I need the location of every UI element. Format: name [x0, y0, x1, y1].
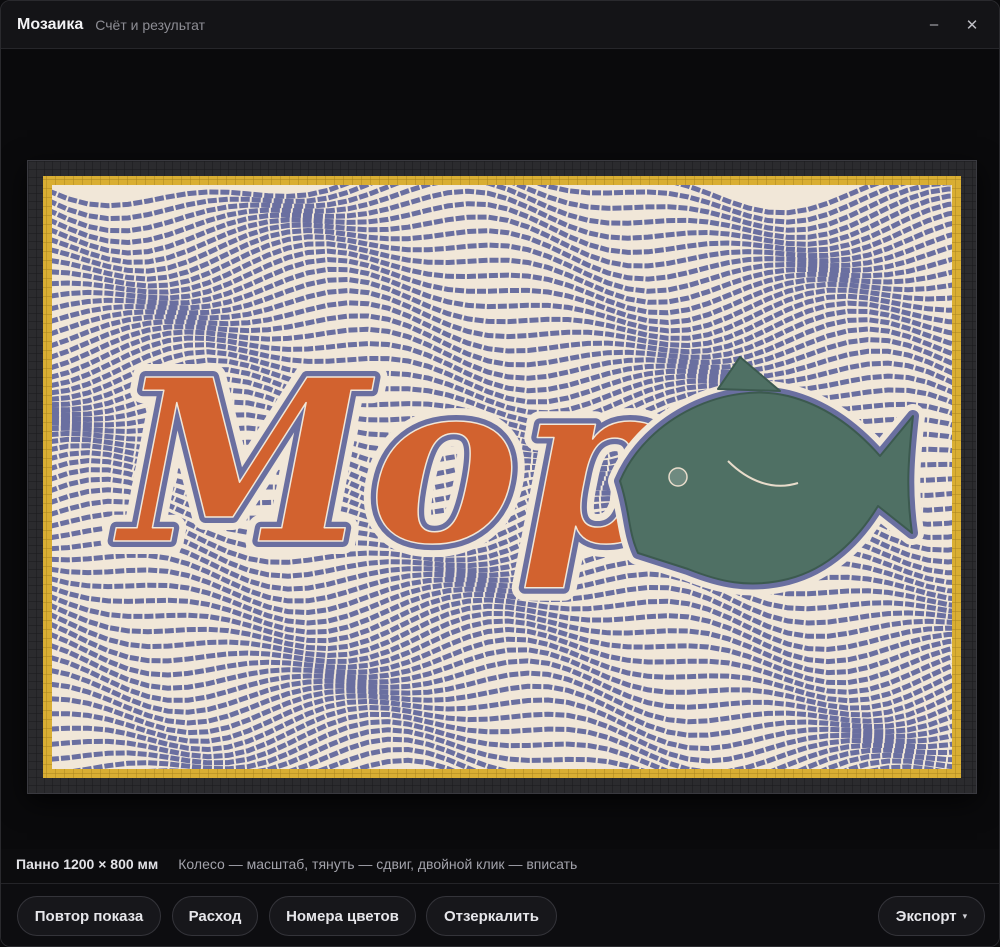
window-controls: – ✕: [921, 12, 985, 38]
close-icon: ✕: [965, 16, 979, 34]
replay-label: Повтор показа: [34, 907, 144, 925]
mirror-label: Отзеркалить: [444, 907, 539, 925]
replay-button[interactable]: Повтор показа: [17, 896, 161, 936]
app-window: Мозаика Счёт и результат – ✕ Море Море М…: [0, 0, 1000, 947]
minimize-icon: –: [929, 16, 939, 33]
export-label: Экспорт: [895, 907, 957, 925]
navigation-hint: Колесо — масштаб, тянуть — сдвиг, двойно…: [178, 856, 578, 872]
mirror-button[interactable]: Отзеркалить: [426, 896, 557, 936]
fish-eye: [668, 467, 688, 487]
usage-label: Расход: [188, 907, 242, 925]
export-button[interactable]: Экспорт ▾: [878, 896, 985, 936]
panel-size-label: Панно 1200 × 800 мм: [16, 856, 159, 872]
chevron-down-icon: ▾: [962, 910, 968, 921]
minimize-button[interactable]: –: [921, 12, 947, 38]
status-line: Панно 1200 × 800 мм Колесо — масштаб, тя…: [16, 856, 577, 872]
bottom-toolbar: Повтор показа Расход Номера цветов Отзер…: [1, 883, 999, 946]
app-title: Мозаика: [17, 15, 84, 33]
app-subtitle: Счёт и результат: [95, 16, 206, 33]
mosaic-image: МореМореМоре: [28, 161, 976, 793]
preview-canvas[interactable]: Море Море Море: [1, 49, 999, 849]
title-bar: Мозаика Счёт и результат – ✕: [1, 1, 999, 49]
usage-button[interactable]: Расход: [172, 896, 258, 936]
mosaic-panel[interactable]: Море Море Море: [27, 160, 977, 794]
close-button[interactable]: ✕: [959, 12, 985, 38]
color-numbers-label: Номера цветов: [286, 907, 399, 925]
color-numbers-button[interactable]: Номера цветов: [269, 896, 416, 936]
